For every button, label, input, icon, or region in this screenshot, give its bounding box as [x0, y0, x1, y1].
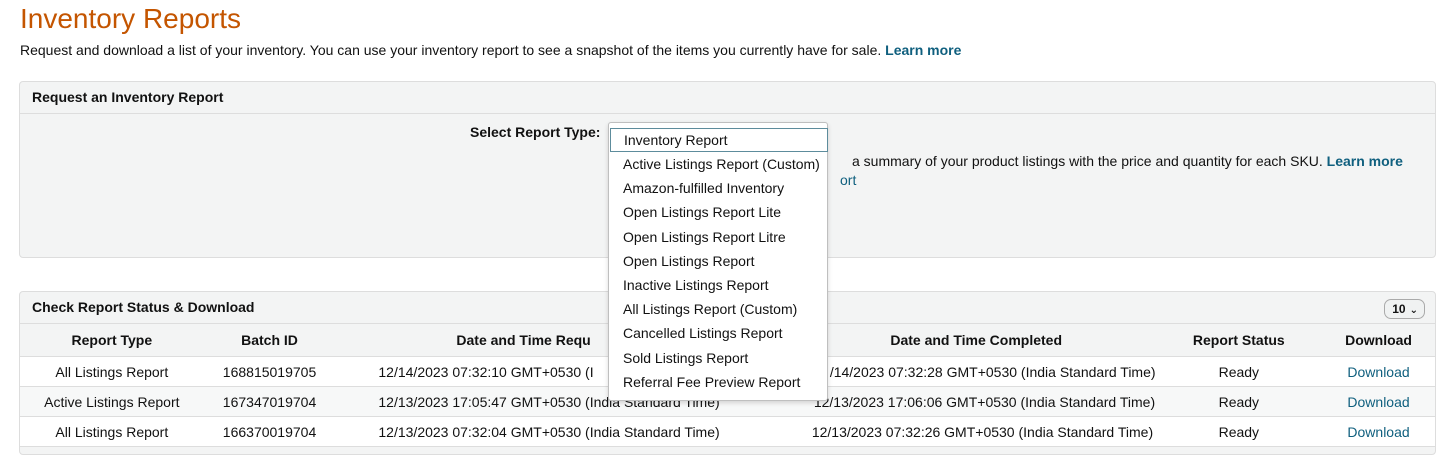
request-panel-title: Request an Inventory Report	[20, 82, 1435, 114]
batch-id-cell: 167347019704	[203, 386, 336, 417]
report-type-option[interactable]: Cancelled Listings Report	[609, 321, 827, 345]
column-header: Report Type	[20, 324, 204, 357]
column-header: Batch ID	[203, 324, 336, 357]
column-header: Date and Time Completed	[796, 324, 1156, 357]
batch-id-cell: 168815019705	[203, 356, 336, 387]
hidden-report-link[interactable]: ort	[840, 172, 856, 188]
download-link[interactable]: Download	[1347, 394, 1409, 410]
report-type-option[interactable]: Inactive Listings Report	[609, 273, 827, 297]
report-type-option[interactable]: Open Listings Report	[609, 249, 827, 273]
report-type-option-selected[interactable]: Inventory Report	[610, 128, 828, 152]
download-link[interactable]: Download	[1347, 364, 1409, 380]
download-cell: Download	[1322, 386, 1435, 417]
description-text: Request and download a list of your inve…	[20, 42, 882, 58]
partial-link[interactable]: ort	[840, 172, 856, 188]
completed-cell: /14/2023 07:32:28 GMT+0530 (India Standa…	[796, 356, 1156, 387]
report-type-option[interactable]: Open Listings Report Litre	[609, 225, 827, 249]
download-link[interactable]: Download	[1347, 424, 1409, 440]
report-type-cell: Active Listings Report	[20, 386, 204, 417]
column-header: Report Status	[1155, 324, 1323, 357]
report-type-cell: All Listings Report	[20, 356, 204, 387]
completed-cell: 12/13/2023 07:32:26 GMT+0530 (India Stan…	[796, 416, 1156, 447]
batch-id-cell: 166370019704	[203, 416, 336, 447]
status-cell: Ready	[1155, 416, 1323, 447]
download-cell: Download	[1322, 356, 1435, 387]
column-header: Download	[1322, 324, 1435, 357]
download-cell: Download	[1322, 416, 1435, 447]
report-description-text: a summary of your product listings with …	[852, 153, 1323, 169]
report-type-option[interactable]: Open Listings Report Lite	[609, 200, 827, 224]
status-cell: Ready	[1155, 386, 1323, 417]
completed-cell: 12/13/2023 17:06:06 GMT+0530 (India Stan…	[796, 386, 1156, 417]
learn-more-link[interactable]: Learn more	[885, 42, 961, 58]
select-report-type-label: Select Report Type:	[470, 124, 601, 140]
report-type-option[interactable]: Sold Listings Report	[609, 346, 827, 370]
report-type-dropdown[interactable]: Inventory Report Active Listings Report …	[608, 122, 828, 401]
report-type-options: Inventory Report Active Listings Report …	[609, 123, 828, 394]
requested-cell: 12/13/2023 07:32:04 GMT+0530 (India Stan…	[335, 416, 797, 447]
report-type-option[interactable]: Active Listings Report (Custom)	[609, 152, 827, 176]
report-type-option[interactable]: Amazon-fulfilled Inventory	[609, 176, 827, 200]
report-type-option[interactable]: Referral Fee Preview Report	[609, 370, 827, 394]
report-learn-more-link[interactable]: Learn more	[1327, 153, 1403, 169]
page-description: Request and download a list of your inve…	[20, 42, 961, 58]
report-type-option[interactable]: All Listings Report (Custom)	[609, 297, 827, 321]
chevron-down-icon: ⌄	[1409, 305, 1418, 316]
table-row: All Listings Report 166370019704 12/13/2…	[20, 416, 1435, 447]
report-type-cell: All Listings Report	[20, 416, 204, 447]
page-title: Inventory Reports	[20, 3, 241, 34]
page-size-value: 10	[1392, 302, 1406, 316]
report-type-description: a summary of your product listings with …	[852, 153, 1403, 169]
status-cell: Ready	[1155, 356, 1323, 387]
page-size-select[interactable]: 10 ⌄	[1384, 299, 1425, 319]
